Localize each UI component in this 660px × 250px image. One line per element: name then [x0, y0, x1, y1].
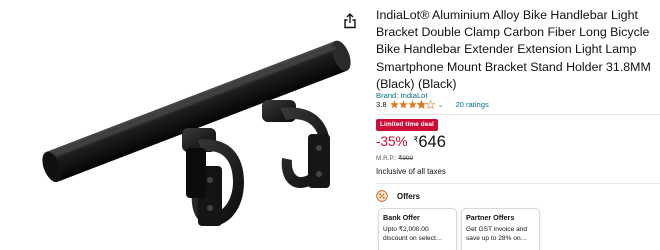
discount-percent: -35%	[376, 134, 408, 149]
product-image-pane	[0, 0, 368, 250]
divider	[376, 183, 660, 184]
rating-row: 3.8 ⌄ 20 ratings	[376, 99, 489, 110]
price-value: 646	[418, 133, 446, 151]
star-icon	[407, 100, 417, 109]
offers-header: Offers	[376, 190, 420, 202]
offers-percent-icon	[376, 190, 388, 202]
ratings-count-link[interactable]: 20 ratings	[455, 100, 488, 109]
star-icon	[398, 100, 408, 109]
offer-text: Upto ₹2,000.00	[383, 226, 429, 233]
chevron-down-icon[interactable]: ⌄	[438, 101, 444, 109]
mrp-label: M.R.P.:	[376, 155, 397, 162]
star-rating[interactable]	[389, 100, 435, 109]
price-row: -35% ₹ 646	[376, 133, 446, 151]
mrp: M.R.P.: ₹999	[376, 154, 413, 162]
offer-text: Get GST invoice and	[466, 226, 528, 233]
tax-note: Inclusive of all taxes	[376, 167, 446, 176]
offer-title: Partner Offers	[466, 213, 515, 222]
rating-value: 3.8	[376, 100, 387, 109]
divider	[376, 114, 660, 115]
mrp-value: ₹999	[398, 155, 413, 162]
offer-card-partner[interactable]: Partner Offers Get GST invoice and save …	[461, 208, 540, 250]
deal-badge: Limited time deal	[376, 119, 438, 131]
product-title: IndiaLot® Aluminium Alloy Bike Handlebar…	[376, 8, 651, 91]
offers-heading: Offers	[397, 191, 420, 201]
share-icon[interactable]	[343, 13, 357, 29]
offer-card-bank[interactable]: Bank Offer Upto ₹2,000.00 discount on se…	[378, 208, 457, 250]
offer-text: save up to 28% on…	[466, 235, 528, 242]
product-info-pane: IndiaLot® Aluminium Alloy Bike Handlebar…	[376, 0, 660, 250]
star-icon	[416, 100, 426, 109]
star-icon	[425, 100, 435, 109]
offer-title: Bank Offer	[383, 213, 420, 222]
offer-text: discount on select…	[383, 235, 443, 242]
product-image[interactable]	[30, 8, 360, 244]
star-icon	[389, 100, 399, 109]
